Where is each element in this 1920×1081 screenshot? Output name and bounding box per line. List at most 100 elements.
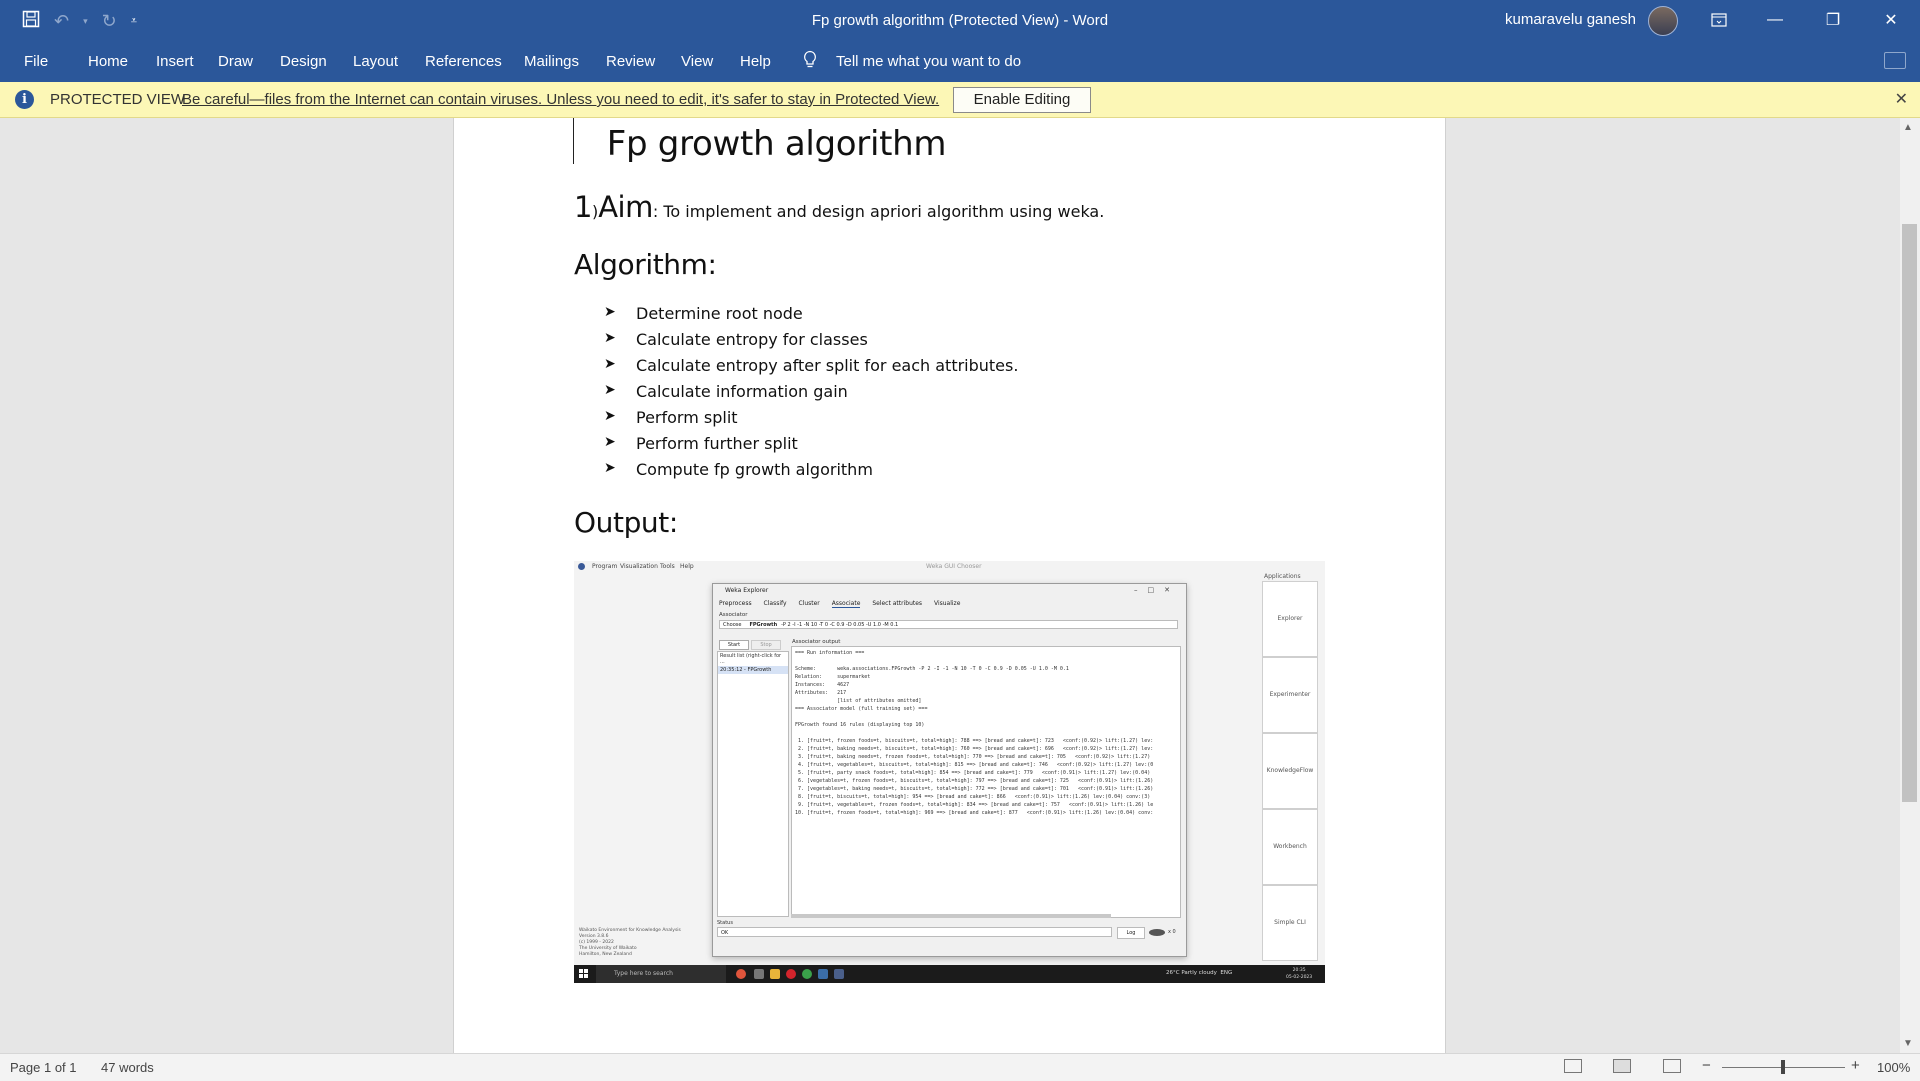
read-mode-icon[interactable] (1564, 1059, 1582, 1073)
vertical-scrollbar[interactable]: ▲ ▼ (1900, 118, 1920, 1053)
output-horizontal-scrollbar (791, 914, 1111, 918)
workbench-app-button: Workbench (1262, 809, 1318, 885)
log-button: Log (1117, 927, 1145, 939)
arrow-bullet-icon: ➤ (604, 304, 616, 320)
aim-word: Aim (598, 190, 653, 224)
menu-item: Visualization (620, 563, 658, 570)
status-label: Status (717, 920, 733, 926)
start-button: Start (719, 640, 749, 650)
aim-line: 1)Aim: To implement and design apriori a… (574, 190, 1104, 224)
web-layout-icon[interactable] (1663, 1059, 1681, 1073)
zoom-slider-handle[interactable] (1781, 1060, 1785, 1074)
word-count[interactable]: 47 words (101, 1060, 154, 1075)
zoom-level[interactable]: 100% (1877, 1060, 1910, 1075)
shield-info-icon: i (15, 90, 34, 109)
tab-insert[interactable]: Insert (156, 53, 194, 70)
app-icon (818, 969, 828, 979)
applications-header: Applications (1264, 573, 1301, 580)
document-page[interactable]: Fp growth algorithm 1)Aim: To implement … (453, 118, 1446, 1053)
status-value: OK (717, 927, 1112, 937)
arrow-bullet-icon: ➤ (604, 460, 616, 476)
avatar[interactable] (1648, 6, 1678, 36)
close-icon[interactable]: ✕ (1895, 89, 1908, 109)
tab-help[interactable]: Help (740, 53, 771, 70)
simple-cli-app-button: Simple CLI (1262, 885, 1318, 961)
taskbar-clock: 20:35 05-02-2023 (1286, 968, 1313, 980)
tab-design[interactable]: Design (280, 53, 327, 70)
app-icon (736, 969, 746, 979)
title-bar: ↶ ▾ ↻ ⩡ Fp growth algorithm (Protected V… (0, 0, 1920, 42)
associator-output-text: === Run information === Scheme: weka.ass… (795, 650, 1154, 816)
tell-me-search[interactable]: Tell me what you want to do (836, 53, 1021, 70)
algorithm-heading: Algorithm: (574, 248, 717, 281)
tab-review[interactable]: Review (606, 53, 655, 70)
stop-button: Stop (751, 640, 781, 650)
scroll-up-icon[interactable]: ▲ (1903, 122, 1913, 133)
explorer-app-button: Explorer (1262, 581, 1318, 657)
zoom-out-button[interactable]: − (1702, 1057, 1711, 1074)
associator-output: Associator output === Run information ==… (791, 639, 1181, 918)
windows-start-icon (579, 969, 588, 978)
experimenter-app-button: Experimenter (1262, 657, 1318, 733)
weka-credit: Waikato Environment for Knowledge Analys… (579, 928, 681, 957)
associator-label: Associator (719, 612, 748, 618)
scroll-down-icon[interactable]: ▼ (1903, 1038, 1913, 1049)
minimize-button[interactable]: — (1752, 0, 1798, 40)
menu-item: Tools (660, 563, 675, 570)
chrome-icon (802, 969, 812, 979)
weka-bird-icon (1149, 929, 1165, 936)
tab-layout[interactable]: Layout (353, 53, 398, 70)
opera-icon (786, 969, 796, 979)
zoom-in-button[interactable]: + (1851, 1057, 1860, 1074)
status-bar: Page 1 of 1 47 words − + 100% (0, 1053, 1920, 1081)
document-title: Fp growth algorithm (606, 124, 947, 164)
weka-logo-icon (578, 563, 585, 570)
weka-explorer-window: Weka Explorer –□✕ Preprocess Classify Cl… (712, 583, 1187, 957)
explorer-tabs: Preprocess Classify Cluster Associate Se… (719, 600, 961, 608)
close-button[interactable]: ✕ (1868, 0, 1914, 40)
embedded-taskbar: Type here to search 26°C Partly cloudy E… (574, 965, 1325, 983)
applications-panel: Applications Explorer Experimenter Knowl… (1262, 573, 1320, 971)
print-layout-icon[interactable] (1613, 1059, 1631, 1073)
scrollbar-thumb[interactable] (1902, 224, 1917, 802)
taskbar-search: Type here to search (596, 965, 726, 983)
arrow-bullet-icon: ➤ (604, 434, 616, 450)
user-name[interactable]: kumaravelu ganesh (1505, 11, 1636, 28)
ribbon-tabs: File Home Insert Draw Design Layout Refe… (0, 42, 1920, 82)
protected-view-bar: i PROTECTED VIEW Be careful—files from t… (0, 82, 1920, 118)
knowledgeflow-app-button: KnowledgeFlow (1262, 733, 1318, 809)
tab-references[interactable]: References (425, 53, 502, 70)
arrow-bullet-icon: ➤ (604, 356, 616, 372)
tab-home[interactable]: Home (88, 53, 128, 70)
associator-chooser: Choose FPGrowth -P 2 -I -1 -N 10 -T 0 -C 0… (719, 620, 1178, 629)
x-count: x 0 (1168, 929, 1176, 935)
task-view-icon (754, 969, 764, 979)
result-list: Result list (right-click for ... 20:35:1… (717, 651, 789, 917)
lightbulb-icon[interactable] (802, 50, 818, 75)
menu-item: Help (680, 563, 694, 570)
tab-view[interactable]: View (681, 53, 713, 70)
enable-editing-button[interactable]: Enable Editing (953, 87, 1091, 113)
restore-button[interactable]: ❐ (1810, 0, 1856, 40)
protected-view-label: PROTECTED VIEW (50, 91, 186, 108)
arrow-bullet-icon: ➤ (604, 382, 616, 398)
tab-mailings[interactable]: Mailings (524, 53, 579, 70)
aim-text: : To implement and design apriori algori… (652, 202, 1105, 221)
comments-icon[interactable] (1884, 52, 1906, 69)
aim-number: 1 (574, 190, 592, 224)
gui-chooser-title: Weka GUI Chooser (926, 563, 982, 570)
page-count[interactable]: Page 1 of 1 (10, 1060, 77, 1075)
tab-draw[interactable]: Draw (218, 53, 253, 70)
arrow-bullet-icon: ➤ (604, 408, 616, 424)
explorer-window-controls: –□✕ (1134, 586, 1180, 594)
arrow-bullet-icon: ➤ (604, 330, 616, 346)
menu-item: Program (592, 563, 618, 570)
weka-taskbar-icon (834, 969, 844, 979)
protected-view-message[interactable]: Be careful—files from the Internet can c… (182, 91, 939, 108)
explorer-title: Weka Explorer (725, 587, 769, 594)
embedded-weka-screenshot[interactable]: Program Visualization Tools Help Weka GU… (574, 561, 1325, 983)
output-heading: Output: (574, 506, 678, 539)
tab-file[interactable]: File (24, 53, 48, 70)
ribbon-display-options-button[interactable] (1696, 0, 1742, 40)
folder-icon (770, 969, 780, 979)
